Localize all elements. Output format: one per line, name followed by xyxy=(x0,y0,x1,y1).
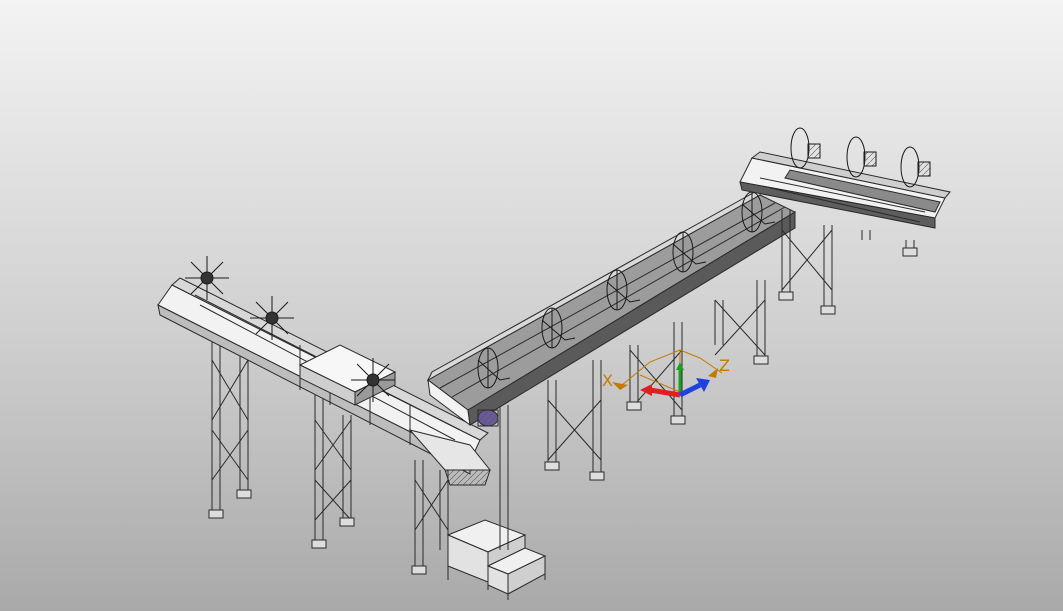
z-axis-label: Z xyxy=(719,356,730,375)
middle-conveyor[interactable] xyxy=(426,186,797,550)
access-stairs[interactable] xyxy=(446,519,547,600)
top-right-conveyor-legs xyxy=(778,210,918,315)
middle-conveyor-motor xyxy=(477,409,499,427)
orientation-triad xyxy=(612,349,723,398)
x-label-pointer-icon xyxy=(612,382,628,390)
y-axis-arrow xyxy=(676,362,684,395)
x-axis-label: X xyxy=(602,371,613,390)
3d-viewport[interactable]: X Z xyxy=(0,0,1063,611)
z-label-pointer-icon xyxy=(708,368,718,378)
left-conveyor[interactable] xyxy=(157,256,492,575)
z-axis-arrow xyxy=(678,378,710,398)
conveyor-assembly-model[interactable] xyxy=(0,0,1063,611)
